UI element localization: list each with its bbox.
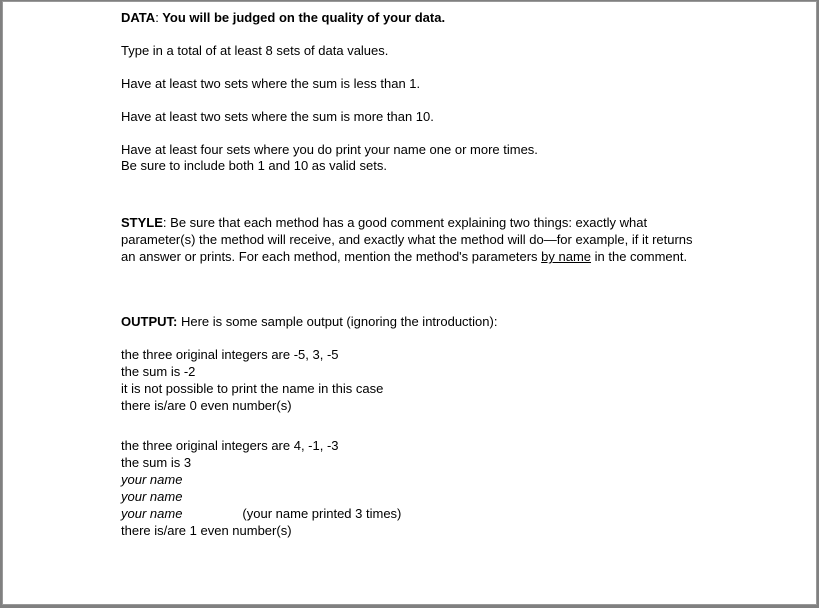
- data-line-1: Type in a total of at least 8 sets of da…: [121, 43, 698, 60]
- sample2-line2: the sum is 3: [121, 455, 698, 472]
- document-page: DATA: You will be judged on the quality …: [2, 1, 817, 605]
- sample2-name2: your name: [121, 489, 698, 506]
- data-heading-line: DATA: You will be judged on the quality …: [121, 10, 698, 27]
- style-heading: STYLE: [121, 215, 163, 230]
- output-heading: OUTPUT:: [121, 314, 177, 329]
- sample2-line1: the three original integers are 4, -1, -…: [121, 438, 698, 455]
- sample2-name3-line: your name (your name printed 3 times): [121, 506, 698, 523]
- style-body-post: in the comment.: [591, 249, 687, 264]
- sample1-line4: there is/are 0 even number(s): [121, 398, 698, 415]
- data-line-3: Have at least two sets where the sum is …: [121, 109, 698, 126]
- style-underlined: by name: [541, 249, 591, 264]
- style-paragraph: STYLE: Be sure that each method has a go…: [121, 215, 698, 266]
- data-subtitle: You will be judged on the quality of you…: [159, 10, 445, 25]
- sample1-line2: the sum is -2: [121, 364, 698, 381]
- data-heading: DATA: [121, 10, 155, 25]
- data-line-2: Have at least two sets where the sum is …: [121, 76, 698, 93]
- output-heading-line: OUTPUT: Here is some sample output (igno…: [121, 314, 698, 331]
- spacer: [121, 414, 698, 438]
- sample1-line3: it is not possible to print the name in …: [121, 381, 698, 398]
- spacer: [121, 282, 698, 314]
- section-style: STYLE: Be sure that each method has a go…: [121, 215, 698, 266]
- data-line-4b: Be sure to include both 1 and 10 as vali…: [121, 158, 698, 175]
- section-data: DATA: You will be judged on the quality …: [121, 10, 698, 175]
- section-output: OUTPUT: Here is some sample output (igno…: [121, 314, 698, 540]
- sample2-note: (your name printed 3 times): [242, 506, 401, 523]
- spacer: [121, 191, 698, 215]
- sample1-line1: the three original integers are -5, 3, -…: [121, 347, 698, 364]
- sample2-name1: your name: [121, 472, 698, 489]
- sample2-name3: your name: [121, 506, 182, 521]
- sample2-line-last: there is/are 1 even number(s): [121, 523, 698, 540]
- data-line-4a: Have at least four sets where you do pri…: [121, 142, 698, 159]
- output-intro: Here is some sample output (ignoring the…: [177, 314, 497, 329]
